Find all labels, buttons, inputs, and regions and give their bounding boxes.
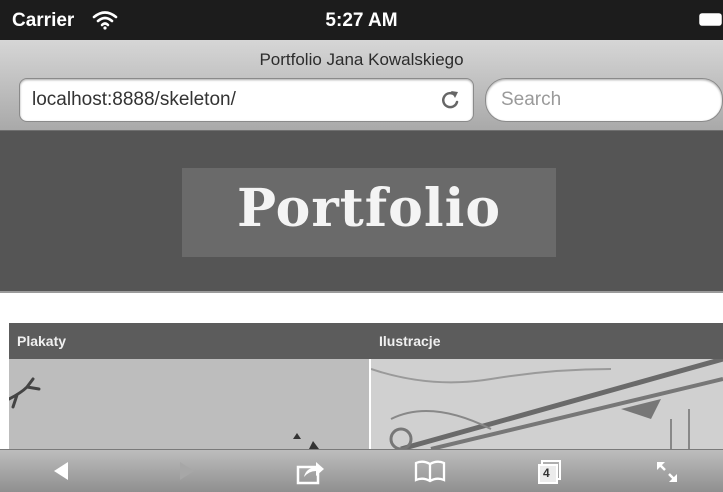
reload-icon[interactable]	[439, 88, 461, 117]
bookmarks-icon[interactable]	[414, 459, 446, 488]
url-field[interactable]: localhost:8888/skeleton/	[19, 78, 474, 122]
spacer	[0, 291, 723, 323]
category-bar: Plakaty Ilustracje	[9, 323, 723, 359]
fullscreen-icon[interactable]	[654, 459, 680, 490]
search-field[interactable]: Search	[485, 78, 723, 122]
browser-toolbar: Portfolio Jana Kowalskiego localhost:888…	[0, 40, 723, 131]
logo-text: Portfolio	[236, 178, 502, 239]
ios-safari-frame: Carrier 5:27 AM Portfolio Jana Kowalskie…	[0, 0, 723, 492]
category-plakaty[interactable]: Plakaty	[17, 333, 66, 349]
search-placeholder: Search	[501, 89, 562, 110]
thumbnails	[7, 356, 723, 452]
back-arrow-icon[interactable]	[50, 459, 72, 488]
poster-thumbnail[interactable]	[7, 359, 369, 449]
battery-icon	[699, 13, 723, 26]
logo[interactable]: Portfolio	[182, 168, 556, 257]
bottom-toolbar: 4	[0, 449, 723, 492]
tabs-icon[interactable]: 4	[536, 459, 564, 490]
page-title: Portfolio Jana Kowalskiego	[259, 50, 464, 69]
tabs-count: 4	[543, 466, 550, 480]
forward-arrow-icon[interactable]	[176, 459, 198, 488]
category-ilustracje[interactable]: Ilustracje	[379, 333, 440, 349]
status-bar: Carrier 5:27 AM	[0, 0, 723, 40]
illustration-thumbnail[interactable]	[370, 356, 723, 452]
divider	[0, 291, 723, 293]
status-time: 5:27 AM	[325, 10, 398, 31]
site-header: Portfolio	[0, 131, 723, 291]
share-icon[interactable]	[296, 459, 326, 490]
url-text: localhost:8888/skeleton/	[32, 89, 236, 110]
